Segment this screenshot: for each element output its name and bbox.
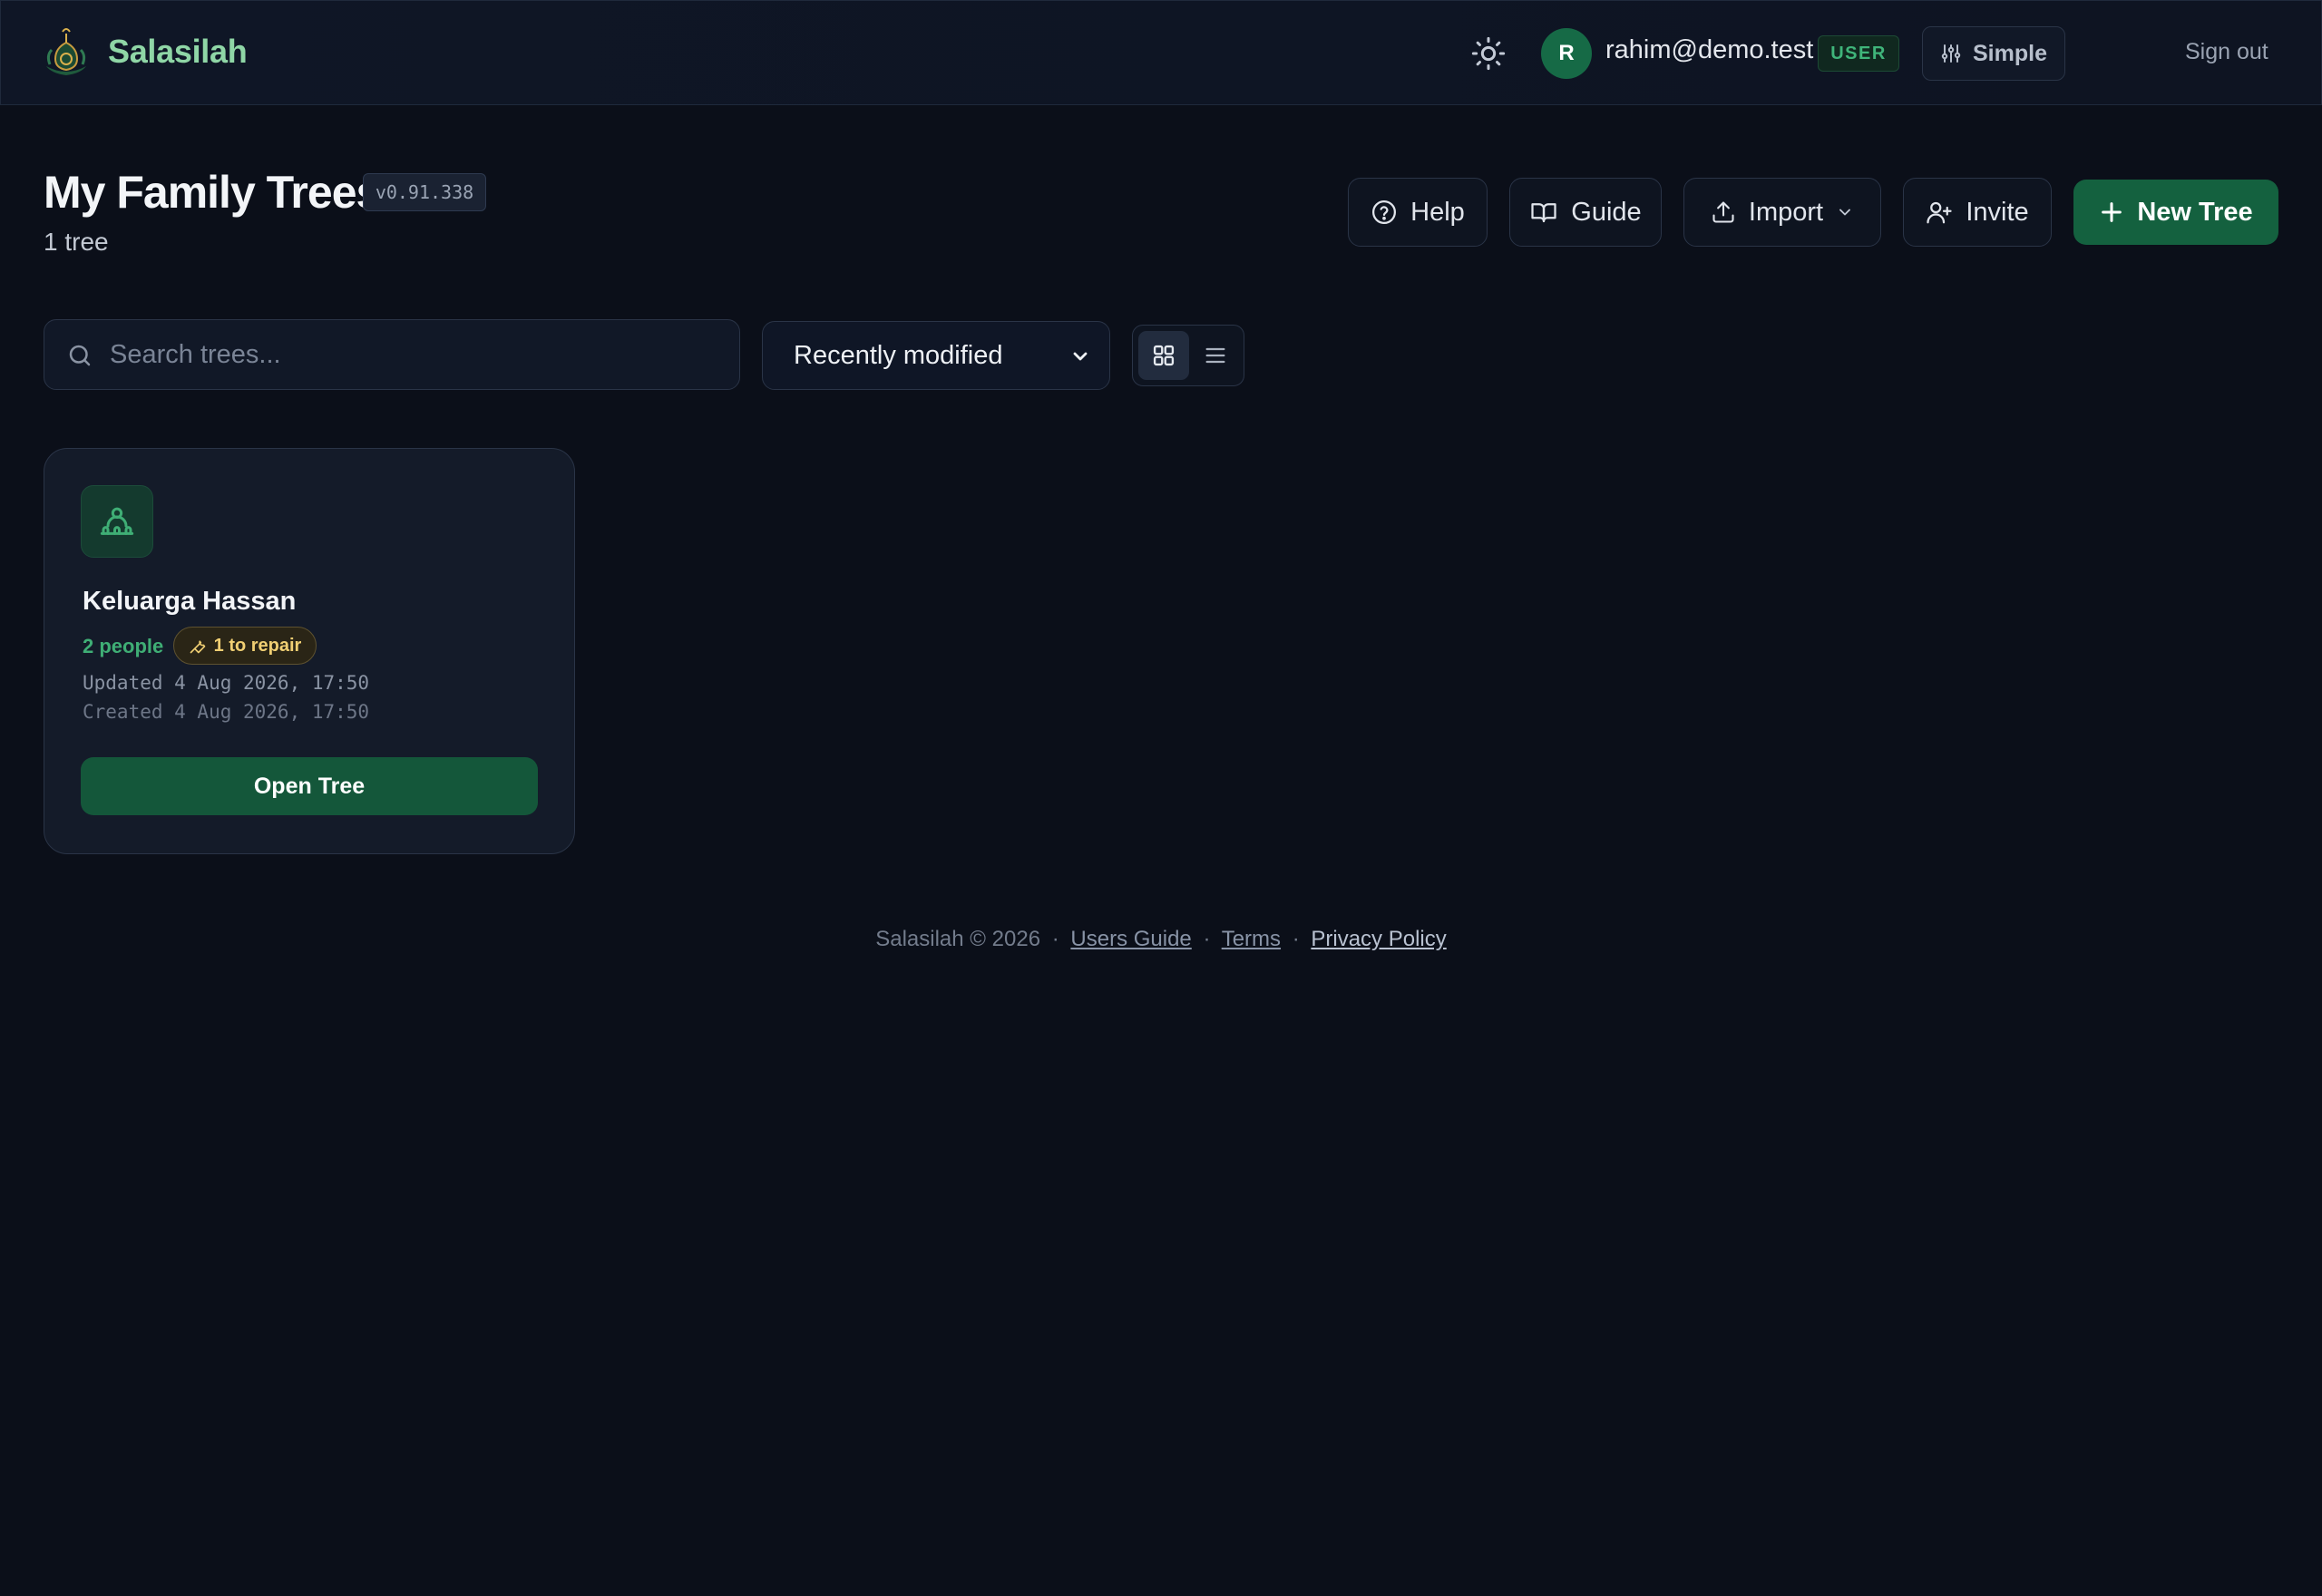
tree-icon-tile xyxy=(81,485,153,558)
help-button[interactable]: Help xyxy=(1348,178,1488,247)
repair-label: 1 to repair xyxy=(213,635,302,656)
chevron-down-icon xyxy=(1073,352,1088,361)
footer: Salasilah © 2026 · Users Guide · Terms ·… xyxy=(0,927,2322,952)
user-plus-icon xyxy=(1927,201,1952,224)
privacy-policy-link[interactable]: Privacy Policy xyxy=(1311,927,1446,951)
book-icon xyxy=(1531,203,1556,223)
search-box xyxy=(44,319,740,390)
footer-separator: · xyxy=(1292,927,1300,951)
tree-count: 1 tree xyxy=(44,228,109,256)
wrench-icon xyxy=(190,640,205,654)
version-badge: v0.91.338 xyxy=(363,173,486,211)
list-view-button[interactable] xyxy=(1191,331,1240,380)
upload-icon xyxy=(1712,201,1734,223)
copyright: Salasilah © 2026 xyxy=(875,927,1041,951)
updated-timestamp: Updated 4 Aug 2026, 17:50 xyxy=(83,672,370,694)
sort-select[interactable]: Recently modified xyxy=(762,321,1110,390)
plus-icon xyxy=(2102,202,2122,222)
grid-view-button[interactable] xyxy=(1138,331,1189,380)
search-icon xyxy=(69,345,91,366)
family-tree-icon xyxy=(100,507,134,535)
new-tree-label: New Tree xyxy=(2137,197,2253,227)
open-tree-button[interactable]: Open Tree xyxy=(81,757,538,815)
tree-name: Keluarga Hassan xyxy=(83,587,297,616)
chevron-down-icon xyxy=(1839,209,1851,216)
mode-label: Simple xyxy=(1973,40,2047,66)
sliders-icon xyxy=(1941,44,1961,63)
list-icon xyxy=(1205,347,1225,364)
brand[interactable]: Salasilah xyxy=(41,24,248,79)
help-label: Help xyxy=(1410,197,1465,227)
invite-label: Invite xyxy=(1966,197,2029,227)
brand-name: Salasilah xyxy=(108,33,248,70)
mode-toggle-button[interactable]: Simple xyxy=(1922,26,2065,81)
repair-badge[interactable]: 1 to repair xyxy=(173,627,317,665)
help-circle-icon xyxy=(1372,200,1397,224)
brand-logo-icon xyxy=(46,28,86,75)
invite-button[interactable]: Invite xyxy=(1903,178,2052,247)
search-input[interactable] xyxy=(110,320,727,389)
guide-button[interactable]: Guide xyxy=(1509,178,1662,247)
created-timestamp: Created 4 Aug 2026, 17:50 xyxy=(83,701,370,723)
theme-toggle-button[interactable] xyxy=(1468,34,1508,73)
tree-card: Keluarga Hassan 2 people 1 to repair Upd… xyxy=(44,448,575,854)
footer-separator: · xyxy=(1051,927,1059,951)
new-tree-button[interactable]: New Tree xyxy=(2073,180,2278,245)
import-label: Import xyxy=(1748,197,1824,227)
users-guide-link[interactable]: Users Guide xyxy=(1070,927,1191,951)
user-email: rahim@demo.test xyxy=(1605,35,1814,64)
avatar[interactable]: R xyxy=(1541,28,1592,79)
import-button[interactable]: Import xyxy=(1683,178,1881,247)
people-count: 2 people xyxy=(83,635,164,657)
sort-selected-label: Recently modified xyxy=(794,340,1003,370)
view-mode-toggle xyxy=(1132,325,1244,386)
footer-separator: · xyxy=(1203,927,1211,951)
terms-link[interactable]: Terms xyxy=(1222,927,1281,951)
sign-out-link[interactable]: Sign out xyxy=(2185,39,2268,65)
grid-icon xyxy=(1153,345,1175,366)
page-title: My Family Trees xyxy=(44,167,381,218)
sun-icon xyxy=(1471,36,1506,71)
top-navigation-bar: Salasilah R rahim@demo.test USER Simple … xyxy=(0,0,2322,105)
role-badge: USER xyxy=(1818,35,1899,72)
guide-label: Guide xyxy=(1571,197,1642,227)
